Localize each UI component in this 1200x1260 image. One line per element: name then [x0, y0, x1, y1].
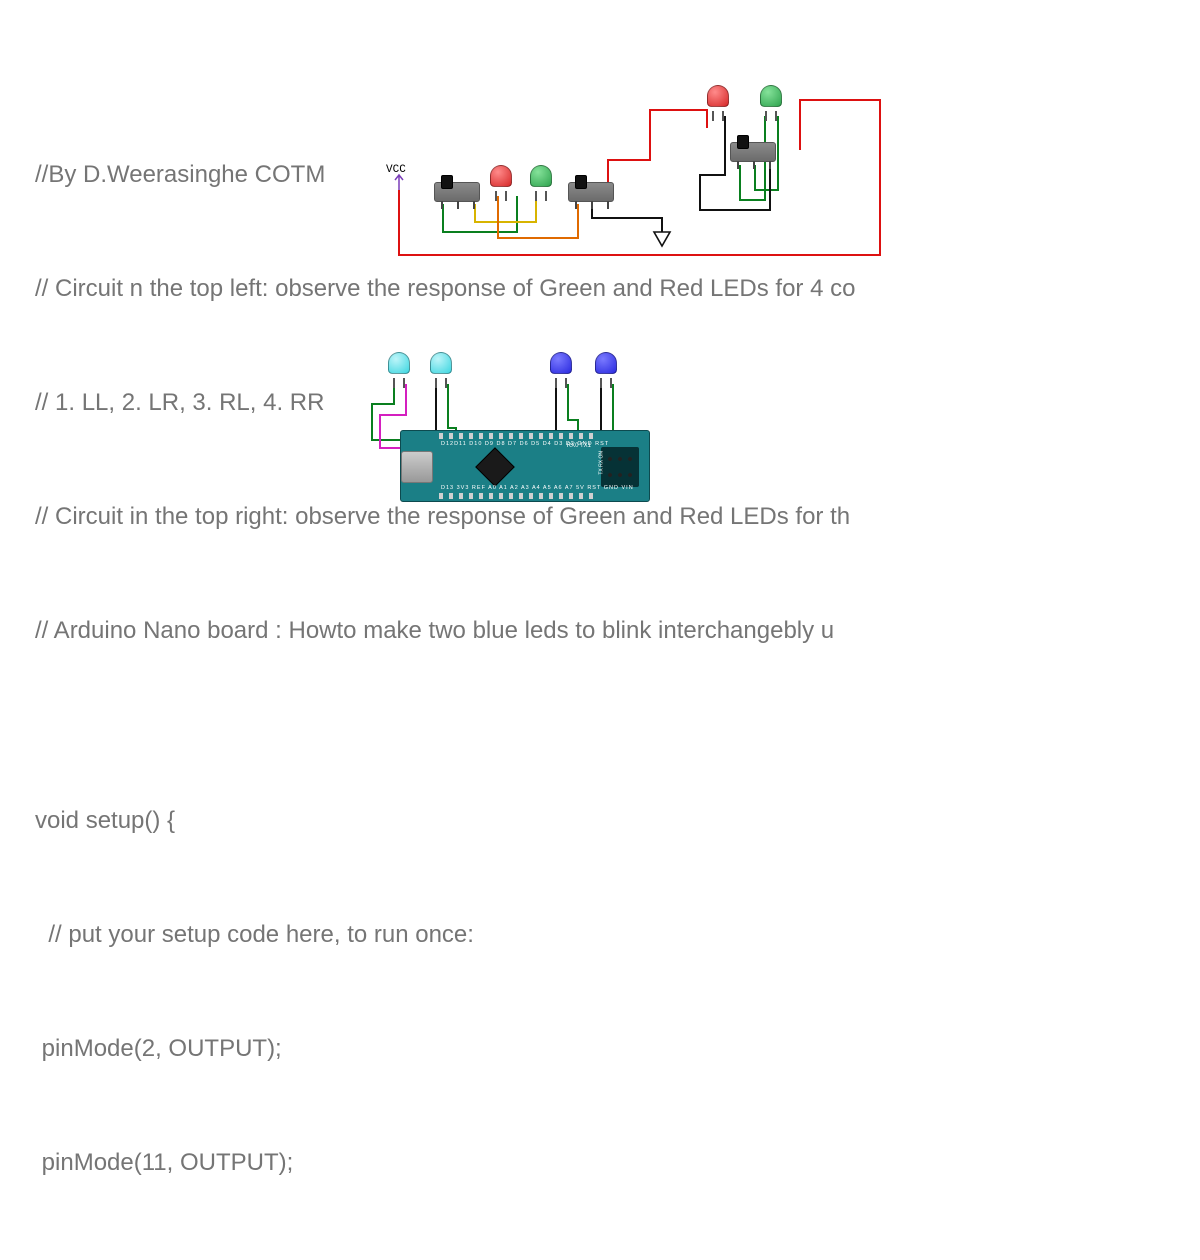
led-green-1[interactable] — [530, 165, 552, 195]
arduino-pin-header-bottom[interactable] — [439, 493, 597, 499]
led-cyan-1[interactable] — [388, 352, 410, 382]
led-red-2[interactable] — [707, 85, 729, 115]
arduino-side-label: TX RX ON — [599, 451, 605, 475]
icsp-header-icon — [601, 447, 639, 487]
arduino-nano[interactable]: D12D11 D10 D9 D8 D7 D6 D5 D4 D3 D2 GND R… — [400, 430, 650, 502]
vcc-label: VCC — [386, 164, 406, 176]
code-line: pinMode(11, OUTPUT); — [35, 1144, 1200, 1182]
code-line: // put your setup code here, to run once… — [35, 916, 1200, 954]
led-blue-2[interactable] — [595, 352, 617, 382]
switch-2[interactable] — [568, 182, 614, 202]
arduino-pin-header-top[interactable] — [439, 433, 597, 439]
wires-svg — [0, 0, 1200, 630]
led-red-1[interactable] — [490, 165, 512, 195]
code-line: pinMode(2, OUTPUT); — [35, 1030, 1200, 1068]
led-cyan-2[interactable] — [430, 352, 452, 382]
arduino-rx-label: RX0 TX1 — [567, 443, 591, 449]
led-green-2[interactable] — [760, 85, 782, 115]
switch-3[interactable] — [730, 142, 776, 162]
led-blue-1[interactable] — [550, 352, 572, 382]
code-line: void setup() { — [35, 802, 1200, 840]
mcu-chip-icon — [475, 447, 515, 487]
arduino-pins-bot-label: D13 3V3 REF A0 A1 A2 A3 A4 A5 A6 A7 5V R… — [441, 485, 634, 491]
usb-port-icon — [401, 451, 433, 483]
code-line: pinMode(12, OUTPUT); — [35, 1258, 1200, 1260]
circuit-diagram: VCC — [0, 0, 1200, 630]
switch-1[interactable] — [434, 182, 480, 202]
